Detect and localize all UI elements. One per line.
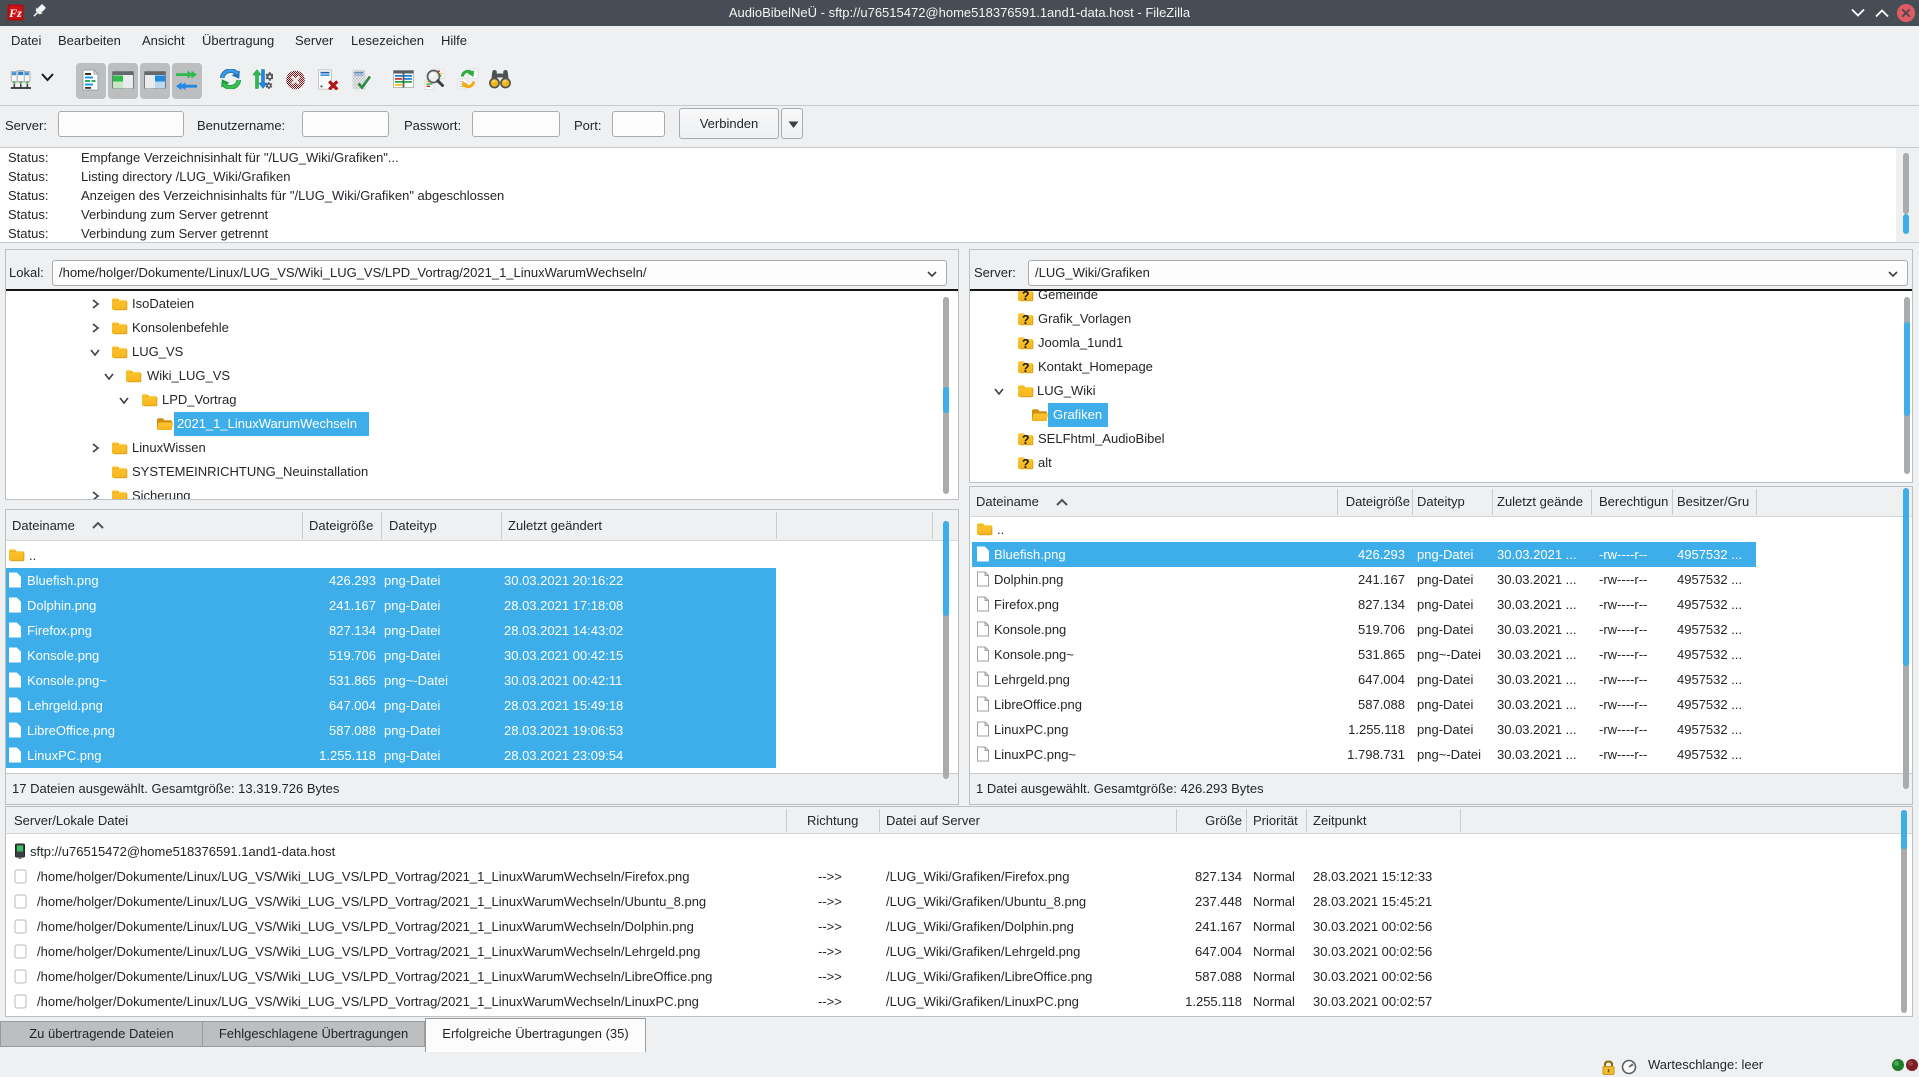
svg-text:Fz: Fz bbox=[8, 6, 22, 20]
